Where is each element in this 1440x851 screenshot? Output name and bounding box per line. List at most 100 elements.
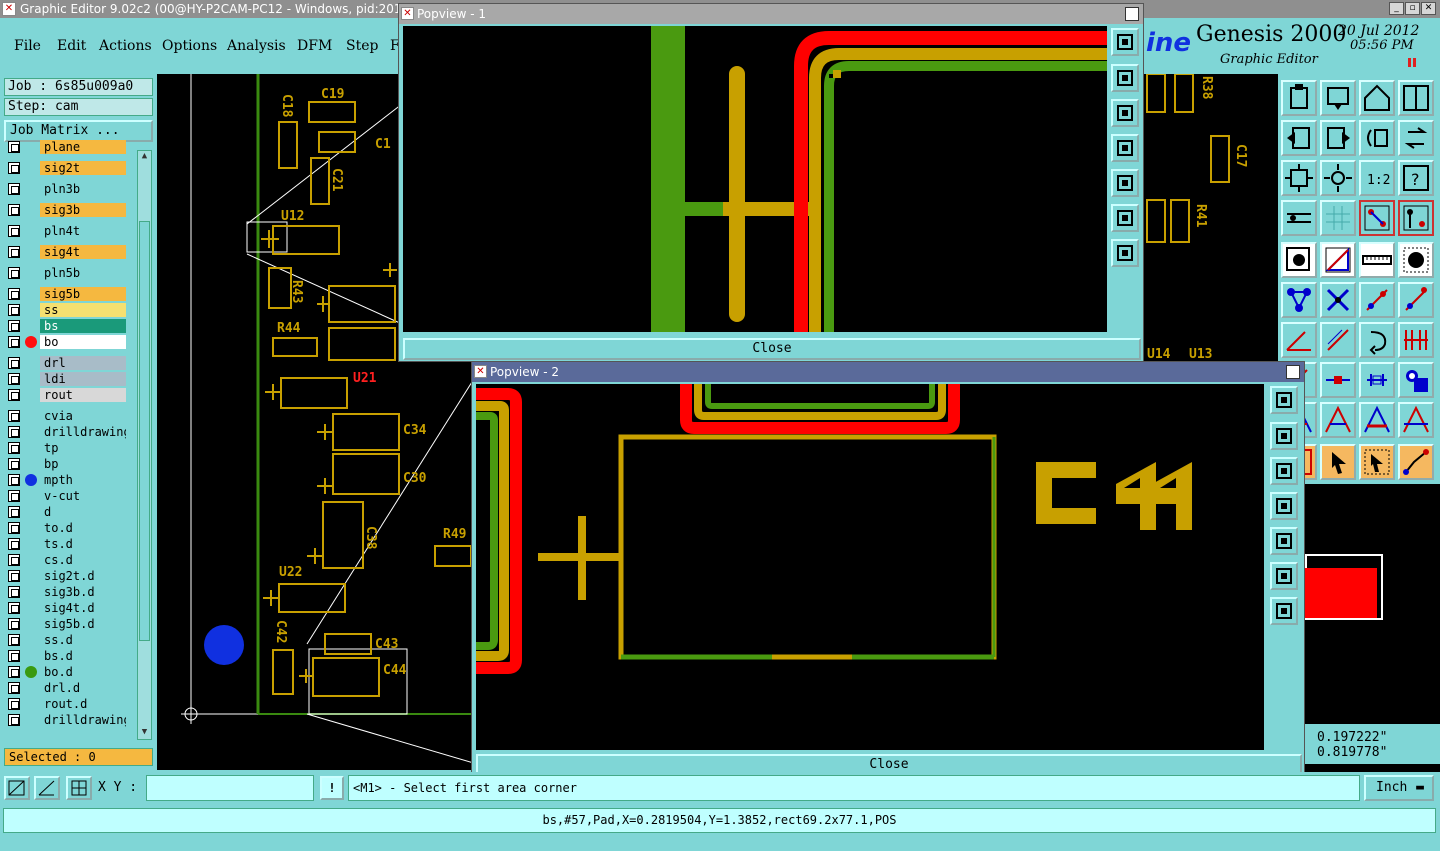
measure-icon[interactable] — [1359, 242, 1395, 278]
layer-checkbox[interactable] — [8, 225, 20, 237]
redraw-icon[interactable] — [1398, 120, 1434, 156]
layer-checkbox[interactable] — [8, 246, 20, 258]
help-icon[interactable]: ? — [1398, 160, 1434, 196]
popview-fit-icon[interactable] — [1111, 204, 1139, 232]
units-selector[interactable]: Inch ▬ — [1364, 775, 1434, 801]
layer-checkbox[interactable] — [8, 183, 20, 195]
pan-left-icon[interactable] — [1281, 120, 1317, 156]
layer-checkbox[interactable] — [8, 373, 20, 385]
layer-row-drilldrawing[interactable]: drilldrawing — [4, 425, 126, 439]
alert-icon[interactable]: ! — [320, 776, 344, 800]
popview-zoom-out-icon[interactable] — [1270, 457, 1298, 485]
layer-checkbox[interactable] — [8, 682, 20, 694]
layer-row-bo[interactable]: bo — [4, 335, 126, 349]
layer-row-bs-d[interactable]: bs.d — [4, 649, 126, 663]
layer-checkbox[interactable] — [8, 602, 20, 614]
layer-row-bp[interactable]: bp — [4, 457, 126, 471]
pan-right-icon[interactable] — [1320, 120, 1356, 156]
layer-row-ss-d[interactable]: ss.d — [4, 633, 126, 647]
xy-input[interactable] — [146, 775, 314, 801]
layer-checkbox[interactable] — [8, 204, 20, 216]
popview-center-icon[interactable] — [1270, 597, 1298, 625]
feature-c-icon[interactable] — [1359, 402, 1395, 438]
layer-row-v-cut[interactable]: v-cut — [4, 489, 126, 503]
snap-mode-icon[interactable] — [4, 776, 30, 800]
fit-screen-icon[interactable] — [1281, 160, 1317, 196]
layer-checkbox[interactable] — [8, 410, 20, 422]
dotted-frame-icon[interactable] — [1398, 242, 1434, 278]
select-pointer-icon[interactable] — [1320, 444, 1356, 480]
split-view-icon[interactable] — [1398, 80, 1434, 116]
layer-row-sig3b-d[interactable]: sig3b.d — [4, 585, 126, 599]
layer-row-sig3b[interactable]: sig3b — [4, 203, 126, 217]
menu-edit[interactable]: Edit — [57, 38, 86, 54]
layer-checkbox[interactable] — [8, 458, 20, 470]
layer-row-sig5b-d[interactable]: sig5b.d — [4, 617, 126, 631]
grid-icon[interactable] — [1320, 200, 1356, 236]
layer-checkbox[interactable] — [8, 538, 20, 550]
maximize-button[interactable]: ▫ — [1405, 2, 1420, 15]
popview-pan-left-icon[interactable] — [1111, 134, 1139, 162]
zoom-home-icon[interactable] — [1281, 80, 1317, 116]
connect-nodes-icon[interactable] — [1281, 282, 1317, 318]
layer-row-sig4t[interactable]: sig4t — [4, 245, 126, 259]
layer-row-sig2t[interactable]: sig2t — [4, 161, 126, 175]
layer-row-d[interactable]: d — [4, 505, 126, 519]
ruler-icon[interactable] — [1281, 200, 1317, 236]
layer-row-ss[interactable]: ss — [4, 303, 126, 317]
zoom-page-icon[interactable] — [1320, 80, 1356, 116]
layer-checkbox[interactable] — [8, 586, 20, 598]
popview-zoom-in-icon[interactable] — [1111, 64, 1139, 92]
snap-line-icon[interactable] — [1320, 242, 1356, 278]
popview-float-icon[interactable] — [1111, 28, 1139, 56]
layer-display-icon[interactable] — [1398, 200, 1434, 236]
popview-1-close-button[interactable]: Close — [403, 338, 1141, 360]
feature-b-icon[interactable] — [1320, 402, 1356, 438]
popview-2-canvas[interactable] — [476, 384, 1264, 750]
layer-row-bo-d[interactable]: bo.d — [4, 665, 126, 679]
layer-checkbox[interactable] — [8, 650, 20, 662]
layer-checkbox[interactable] — [8, 634, 20, 646]
layer-checkbox[interactable] — [8, 570, 20, 582]
add-node-icon[interactable] — [1359, 282, 1395, 318]
layer-checkbox[interactable] — [8, 442, 20, 454]
layer-row-rout-d[interactable]: rout.d — [4, 697, 126, 711]
layer-checkbox[interactable] — [8, 389, 20, 401]
layer-checkbox[interactable] — [8, 522, 20, 534]
line-draw-icon[interactable] — [1320, 322, 1356, 358]
job-matrix-button[interactable]: Job Matrix ... — [4, 120, 153, 142]
popview-float-icon[interactable] — [1270, 386, 1298, 414]
layer-checkbox[interactable] — [8, 336, 20, 348]
layer-checkbox[interactable] — [8, 714, 20, 726]
cross-select-icon[interactable] — [1320, 282, 1356, 318]
layer-row-drilldrawing[interactable]: drilldrawing — [4, 713, 126, 727]
popview-center-icon[interactable] — [1111, 239, 1139, 267]
layer-row-tp[interactable]: tp — [4, 441, 126, 455]
layer-row-pln5b[interactable]: pln5b — [4, 266, 126, 280]
popview-fit-icon[interactable] — [1270, 562, 1298, 590]
menu-options[interactable]: Options — [162, 38, 217, 54]
layer-row-rout[interactable]: rout — [4, 388, 126, 402]
menu-analysis[interactable]: Analysis — [227, 38, 286, 54]
menu-step[interactable]: Step — [346, 38, 378, 54]
layer-toggle-icon[interactable] — [1359, 200, 1395, 236]
popview-1-close-icon[interactable]: ✕ — [1125, 7, 1139, 21]
layer-checkbox[interactable] — [8, 162, 20, 174]
scroll-thumb[interactable] — [139, 221, 150, 641]
delete-node-icon[interactable] — [1398, 282, 1434, 318]
layer-checkbox[interactable] — [8, 490, 20, 502]
menu-file[interactable]: File — [14, 38, 41, 54]
snap-point-icon[interactable] — [1281, 242, 1317, 278]
minimize-button[interactable]: _ — [1389, 2, 1404, 15]
select-arrow-icon[interactable] — [1359, 444, 1395, 480]
angle-draw-icon[interactable] — [1281, 322, 1317, 358]
home-view-icon[interactable] — [1359, 80, 1395, 116]
layer-checkbox[interactable] — [8, 698, 20, 710]
feature-d-icon[interactable] — [1398, 402, 1434, 438]
layer-row-cvia[interactable]: cvia — [4, 409, 126, 423]
layer-checkbox[interactable] — [8, 666, 20, 678]
rotate-view-icon[interactable] — [1359, 120, 1395, 156]
group-icon[interactable] — [1398, 362, 1434, 398]
popview-zoom-in-icon[interactable] — [1270, 422, 1298, 450]
layer-row-ts-d[interactable]: ts.d — [4, 537, 126, 551]
